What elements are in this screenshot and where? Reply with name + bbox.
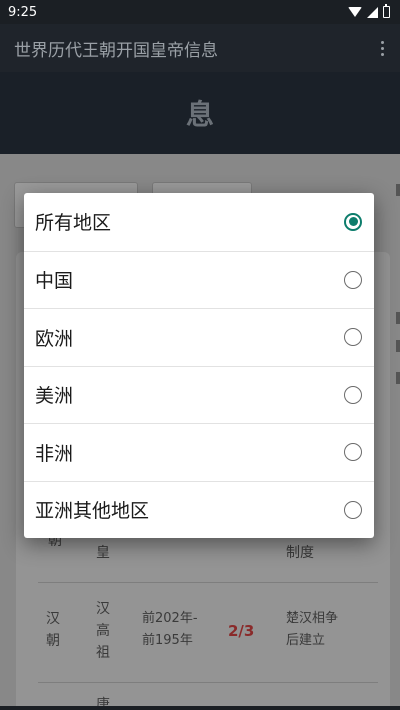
table-row[interactable]: 汉 朝 汉 高 祖 前202年- 前195年 2/3 楚汉相争 后建立 [38,598,378,678]
row-divider [38,582,378,583]
ratio-cell: 2/3 [228,622,255,640]
option-label: 非洲 [35,442,74,465]
status-icons [348,4,390,18]
region-option-all[interactable]: 所有地区 [24,193,374,251]
status-bar: 9:25 [0,0,400,24]
status-time: 9:25 [8,4,38,20]
radio-unchecked-icon[interactable] [344,385,362,404]
signal-icon [367,6,378,18]
side-mark [396,184,400,196]
region-option-europe[interactable]: 欧洲 [24,308,374,366]
side-mark [396,372,400,384]
dynasty-cell: 汉 朝 [46,611,60,649]
note-cell: 制度 [286,545,314,561]
region-option-americas[interactable]: 美洲 [24,365,374,424]
note-cell: 楚汉相争 后建立 [286,611,339,648]
radio-checked-icon[interactable] [344,212,362,231]
more-options-icon[interactable] [376,40,388,56]
option-label: 欧洲 [35,327,74,350]
header-band: 息 [0,72,400,154]
row-divider [38,682,378,683]
app-bar: 世界历代王朝开国皇帝信息 [0,24,400,72]
region-option-africa[interactable]: 非洲 [24,423,374,481]
nav-bar [0,706,400,710]
region-option-china[interactable]: 中国 [24,250,374,309]
app-title: 世界历代王朝开国皇帝信息 [14,40,218,61]
option-label: 美洲 [35,385,74,408]
side-mark [396,312,400,324]
region-option-other-asia[interactable]: 亚洲其他地区 [24,480,374,539]
emperor-cell: 汉 高 祖 [96,601,110,661]
wifi-icon [348,7,362,17]
side-mark [396,340,400,352]
option-label: 中国 [35,270,74,293]
radio-unchecked-icon[interactable] [344,443,362,462]
emperor-cell: 皇 [96,545,110,561]
radio-unchecked-icon[interactable] [344,500,362,519]
option-label: 所有地区 [35,212,112,235]
header-title: 息 [185,98,214,131]
radio-unchecked-icon[interactable] [344,328,362,347]
radio-unchecked-icon[interactable] [344,270,362,289]
region-select-dialog: 所有地区 中国 欧洲 美洲 非洲 亚洲其他地区 [24,193,374,538]
battery-icon [383,4,390,18]
option-label: 亚洲其他地区 [35,500,150,523]
period-cell: 前202年- 前195年 [142,611,198,648]
